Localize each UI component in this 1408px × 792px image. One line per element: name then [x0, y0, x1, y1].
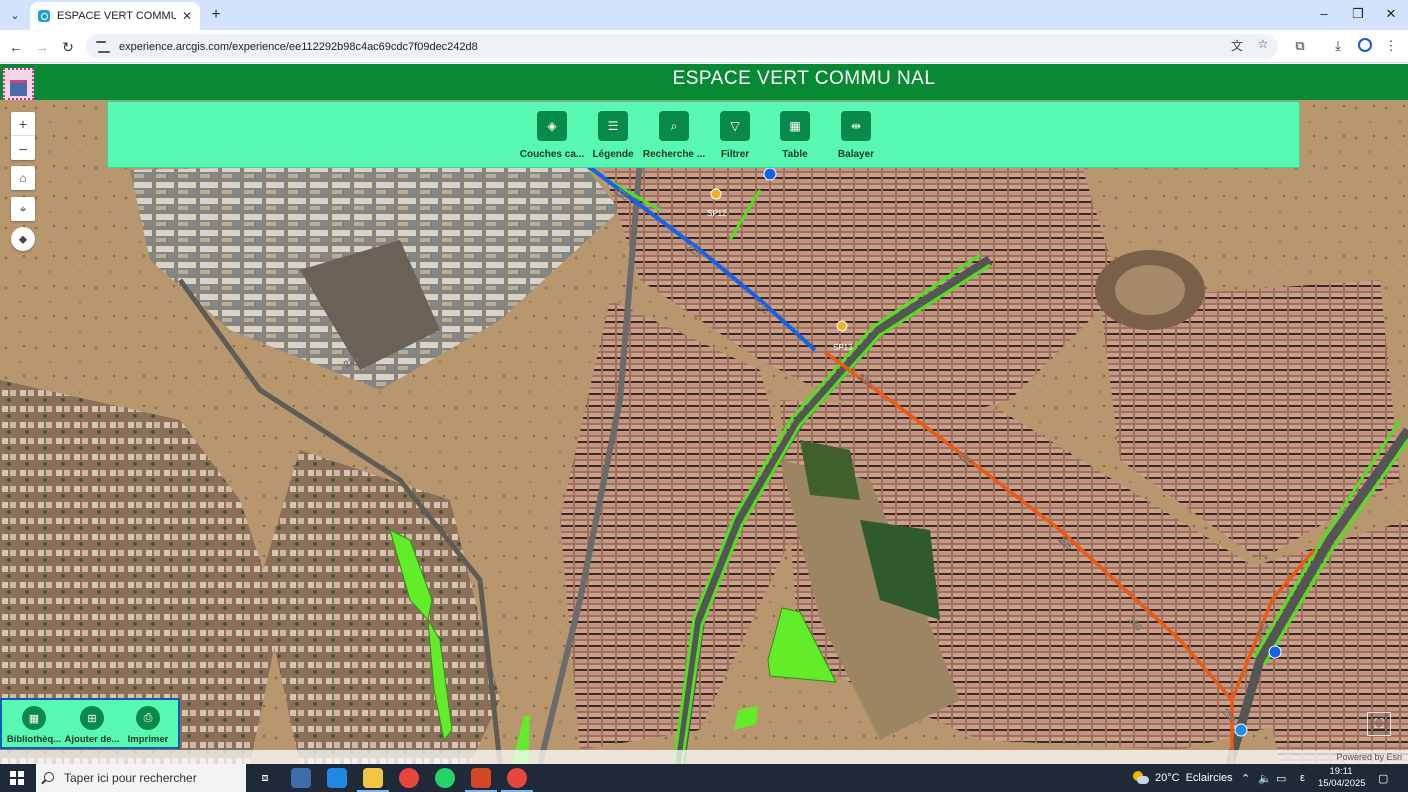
widget-swipe[interactable]: ⇹ Balayer	[816, 111, 896, 160]
taskbar-clock[interactable]: 19:11 15/04/2025	[1318, 766, 1366, 790]
fullscreen-button[interactable]: ⛶	[1367, 712, 1391, 736]
arcgis-favicon-icon	[38, 10, 50, 22]
new-tab-button[interactable]: +	[206, 5, 226, 25]
minimize-button[interactable]: –	[1314, 6, 1334, 21]
search-icon: ⌕	[659, 111, 689, 141]
chrome-icon[interactable]	[399, 768, 419, 788]
clock-time: 19:11	[1329, 766, 1353, 777]
arcgis-experience-app: 225 225 225 225 225 225 225 160 160 160 …	[0, 64, 1408, 764]
compass-icon: ⬥	[18, 231, 28, 246]
remote-desktop-icon[interactable]	[291, 768, 311, 788]
tab-close-icon[interactable]: ✕	[182, 9, 192, 23]
locate-icon: ⌖	[19, 201, 27, 216]
layers-icon: ◈	[537, 111, 567, 141]
translate-icon[interactable]: 文	[1228, 37, 1246, 54]
tray-chevron-icon[interactable]: ⌃	[1241, 764, 1250, 792]
url-text[interactable]: experience.arcgis.com/experience/ee11229…	[119, 41, 478, 53]
add-data-icon: ⊞	[80, 706, 104, 730]
swipe-icon: ⇹	[841, 111, 871, 141]
partly-cloudy-icon	[1133, 771, 1149, 785]
widget-label: Bibliothèq...	[6, 734, 62, 745]
powerpoint-icon[interactable]	[465, 768, 497, 792]
station-label: SP12	[707, 209, 727, 218]
app-header: ESPACE VERT COMMU NAL	[0, 64, 1408, 100]
site-info-icon[interactable]	[96, 40, 110, 53]
extensions-icon[interactable]: ⧉	[1291, 38, 1309, 54]
file-explorer-icon[interactable]	[357, 768, 389, 792]
locate-button[interactable]: ⌖	[11, 197, 35, 221]
basemap-gallery-icon: ▦	[22, 706, 46, 730]
page-title: ESPACE VERT COMMU NAL	[672, 68, 936, 89]
widget-controller: ◈ Couches ca... ☰ Légende ⌕ Recherche ..…	[107, 101, 1300, 168]
esri-attribution[interactable]: Powered by Esri	[0, 750, 1408, 764]
address-bar[interactable]: experience.arcgis.com/experience/ee11229…	[86, 34, 1278, 59]
profile-icon[interactable]	[1356, 38, 1374, 55]
volume-icon[interactable]: 🔈	[1258, 764, 1272, 792]
bookmark-star-icon[interactable]: ☆	[1254, 37, 1272, 51]
input-language[interactable]: ε	[1300, 764, 1305, 792]
chrome-active-icon[interactable]	[501, 768, 533, 792]
notifications-icon[interactable]: ▢	[1378, 764, 1388, 792]
back-arrow-icon[interactable]: ←	[6, 37, 26, 57]
widget-label: Balayer	[837, 149, 875, 160]
restore-button[interactable]: ❐	[1348, 6, 1368, 22]
browser-toolbar: ← → ↻ experience.arcgis.com/experience/e…	[0, 30, 1408, 63]
widget-add-data[interactable]: ⊞ Ajouter de...	[62, 706, 122, 745]
task-view-icon[interactable]: ⧈	[255, 768, 275, 788]
temperature: 20°C	[1155, 772, 1180, 784]
weather-text: Eclaircies	[1185, 772, 1233, 784]
zoom-out-button[interactable]: –	[11, 136, 35, 160]
print-icon: ⎙	[136, 706, 160, 730]
search-placeholder: Taper ici pour rechercher	[64, 771, 197, 785]
map-view[interactable]: 225 225 225 225 225 225 225 160 160 160 …	[0, 100, 1408, 764]
windows-start-icon[interactable]	[10, 771, 24, 785]
explorer-app-icon[interactable]	[327, 768, 347, 788]
zoom-control: + –	[11, 112, 35, 160]
fullscreen-icon: ⛶	[1374, 716, 1384, 731]
close-window-button[interactable]: ✕	[1381, 6, 1401, 22]
zoom-in-button[interactable]: +	[11, 112, 35, 136]
home-button[interactable]: ⌂	[11, 166, 35, 190]
search-icon	[44, 772, 54, 782]
whatsapp-icon[interactable]	[435, 768, 455, 788]
forward-arrow-icon[interactable]: →	[32, 37, 52, 57]
clock-date: 15/04/2025	[1318, 778, 1366, 789]
network-icon[interactable]: ▭	[1276, 764, 1286, 792]
bottom-widget-controller: ▦ Bibliothèq... ⊞ Ajouter de... ⎙ Imprim…	[0, 698, 180, 749]
pump-station-marker[interactable]	[710, 188, 722, 200]
widget-label: Imprimer	[127, 734, 169, 745]
home-icon: ⌂	[19, 171, 27, 185]
widget-print[interactable]: ⎙ Imprimer	[118, 706, 178, 745]
taskbar-search-box[interactable]: Taper ici pour rechercher	[36, 764, 246, 792]
tab-search-chevron-icon[interactable]: ⌄	[5, 5, 25, 25]
water-drop-marker[interactable]	[763, 167, 777, 181]
pump-station-marker[interactable]	[836, 320, 848, 332]
browser-menu-icon[interactable]: ⋮	[1382, 38, 1400, 54]
download-icon[interactable]: ⤓	[1329, 38, 1347, 54]
browser-tab-bar: ⌄ ESPACE VERT COMMUNAL ✕ + – ❐ ✕	[0, 0, 1408, 30]
reload-icon[interactable]: ↻	[58, 37, 78, 57]
tab-title: ESPACE VERT COMMUNAL	[57, 10, 176, 22]
filter-icon: ▽	[720, 111, 750, 141]
browser-tab[interactable]: ESPACE VERT COMMUNAL ✕	[30, 2, 200, 30]
satellite-imagery: 225 225 225 225 225 225 225 160 160 160 …	[0, 100, 1408, 764]
widget-label: Ajouter de...	[64, 734, 120, 745]
weather-widget[interactable]: 20°C Eclaircies	[1133, 764, 1233, 792]
windows-taskbar: Taper ici pour rechercher ⧈ 20°C Eclairc…	[0, 764, 1408, 792]
table-icon: ▦	[780, 111, 810, 141]
station-label: SP13	[833, 343, 853, 352]
compass-button[interactable]: ⬥	[11, 227, 35, 251]
water-drop-marker[interactable]	[1268, 645, 1282, 659]
legend-icon: ☰	[598, 111, 628, 141]
widget-basemap-gallery[interactable]: ▦ Bibliothèq...	[4, 706, 64, 745]
tank-marker[interactable]	[1234, 723, 1248, 737]
